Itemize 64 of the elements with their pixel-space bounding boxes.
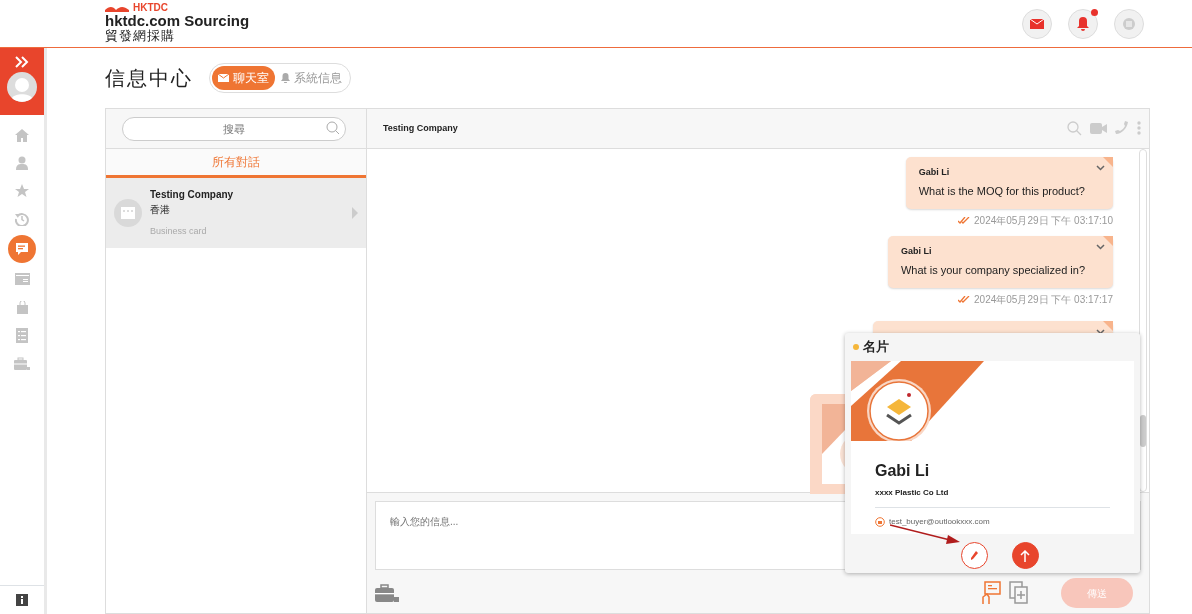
home-icon[interactable]	[15, 128, 29, 142]
menu-icon	[1123, 17, 1135, 30]
send-card-button[interactable]	[1011, 542, 1039, 569]
message-time: 2024年05月29日 下午 03:17:10	[974, 213, 1113, 228]
shopping-bag-icon[interactable]	[16, 300, 28, 314]
tab[interactable]: 聊天室	[212, 66, 275, 90]
briefcase-icon[interactable]	[375, 584, 399, 603]
conversation-location: 香港	[150, 203, 171, 218]
conversation-item[interactable]: Testing Company 香港 Business card	[106, 178, 366, 248]
edit-button[interactable]	[960, 542, 988, 569]
more-icon[interactable]	[1137, 121, 1141, 136]
avatar-icon[interactable]	[7, 72, 37, 102]
chevron-down-icon[interactable]	[1096, 243, 1105, 250]
bell-icon	[1077, 16, 1089, 31]
id-card-icon[interactable]	[14, 273, 30, 285]
user-icon[interactable]	[16, 156, 28, 170]
search-icon[interactable]	[326, 121, 340, 135]
message-sender: Gabi Li	[900, 244, 933, 258]
card-company: xxxx Plastic Co Ltd	[875, 487, 950, 499]
phone-icon[interactable]	[1115, 121, 1129, 136]
brand-subtitle: 貿發網採購	[105, 29, 176, 44]
history-icon[interactable]	[15, 212, 29, 226]
email-icon	[875, 517, 885, 527]
popup-title: 名片	[863, 338, 889, 357]
tab[interactable]: 系統信息	[275, 66, 348, 90]
conversation-preview: Business card	[150, 225, 208, 239]
pencil-icon	[970, 550, 978, 561]
conversation-name: Testing Company	[150, 188, 235, 203]
video-camera-icon[interactable]	[1090, 122, 1107, 134]
chevron-down-icon[interactable]	[1096, 164, 1105, 171]
checklist-icon[interactable]	[16, 327, 28, 343]
message-time: 2024年05月29日 下午 03:17:17	[974, 292, 1113, 307]
company-avatar	[114, 199, 142, 227]
chat-title: Testing Company	[383, 121, 458, 135]
search-icon[interactable]	[1067, 120, 1082, 136]
message-text: What is the MOQ for this product?	[918, 184, 1085, 200]
business-card-icon[interactable]	[981, 581, 1001, 606]
chat-icon[interactable]	[15, 242, 29, 256]
briefcase-icon[interactable]	[14, 356, 30, 370]
mail-icon	[1030, 18, 1044, 29]
page-title: 信息中心	[105, 66, 193, 91]
menu-button[interactable]	[1114, 8, 1144, 39]
logo-icon	[105, 4, 129, 12]
notification-button[interactable]	[1068, 8, 1098, 39]
bubble-corner	[1103, 156, 1113, 167]
bell-icon	[281, 73, 290, 83]
card-name: Gabi Li	[875, 461, 931, 481]
mail-button[interactable]	[1022, 8, 1052, 39]
info-icon[interactable]	[16, 594, 28, 606]
message-sender: Gabi Li	[918, 165, 951, 179]
add-document-icon[interactable]	[1009, 581, 1029, 606]
expand-icon[interactable]	[15, 56, 29, 68]
bubble-corner	[1103, 235, 1113, 246]
card-email: test_buyer@outlookxxx.com	[889, 516, 990, 528]
arrow-up-icon	[1020, 549, 1030, 562]
star-icon[interactable]	[15, 184, 29, 198]
chevron-right-icon	[352, 207, 358, 219]
message-text: What is your company specialized in?	[900, 263, 1085, 279]
mail-icon	[218, 74, 229, 82]
brand-name: hktdc.com Sourcing	[105, 13, 250, 30]
all-conversations-tab[interactable]: 所有對話	[106, 149, 366, 178]
search-field[interactable]: 搜尋	[122, 117, 346, 141]
logo-mark: HKTDC	[133, 3, 168, 14]
chevron-down-icon[interactable]	[1096, 328, 1105, 335]
